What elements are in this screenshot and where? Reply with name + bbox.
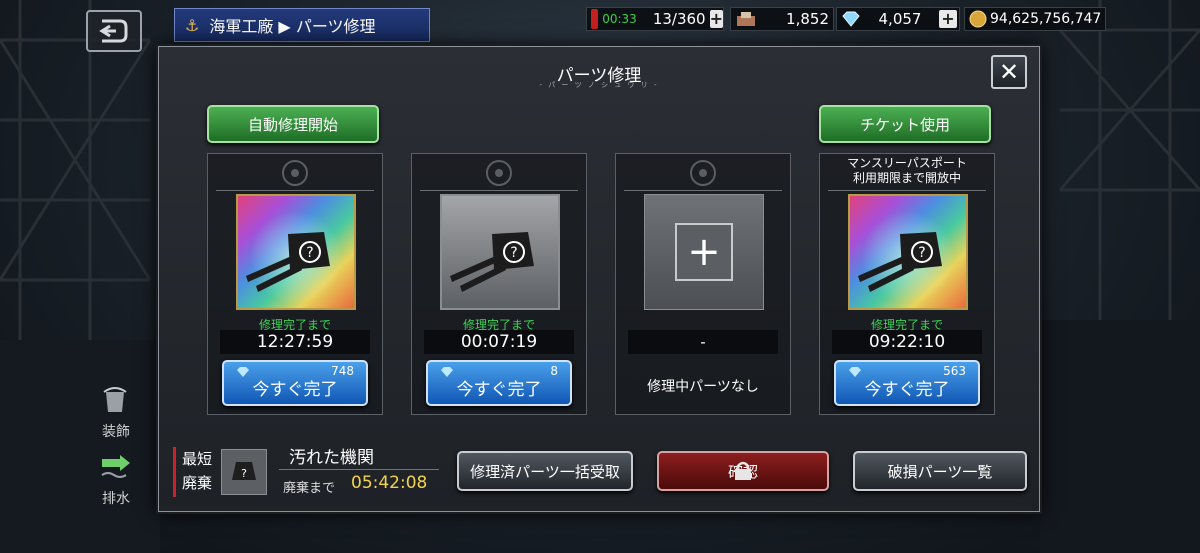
svg-text:?: ?: [918, 245, 925, 261]
repair-slot-4: マンスリーパスポート 利用期限まで開放中 ? 修理完了まで 09:22:10 5…: [819, 153, 995, 415]
close-icon: ✕: [998, 58, 1020, 86]
fuel-count: 13/360: [652, 10, 706, 28]
empty-timer: -: [628, 330, 778, 354]
repair-slot-3: + - 修理中パーツなし: [615, 153, 791, 415]
fuel-icon: [591, 9, 599, 29]
turret-silhouette-icon: ?: [858, 232, 942, 292]
material-counter: 1,852: [730, 7, 834, 31]
coin-icon: [969, 10, 987, 28]
scrap-tag-line1: 最短: [182, 450, 213, 468]
side-item-decoration-label: 装飾: [102, 424, 130, 440]
material-count: 1,852: [786, 10, 829, 28]
auto-repair-button[interactable]: 自動修理開始: [207, 105, 379, 143]
parts-repair-modal: パーツ修理 - パ ー ツ ノ シ ュ ウ リ - ✕ 自動修理開始 チケット使…: [158, 46, 1040, 512]
back-icon: [99, 19, 128, 43]
back-button[interactable]: [86, 10, 142, 52]
complete-now-label: 今すぐ完了: [864, 380, 950, 400]
confirm-button[interactable]: 確認: [657, 451, 829, 491]
chrysanthemum-emblem-icon: [690, 160, 716, 186]
empty-slot-label: 修理中パーツなし: [647, 379, 759, 395]
scrap-part-thumbnail[interactable]: ?: [221, 449, 267, 495]
svg-text:?: ?: [306, 245, 313, 261]
coin-count: 94,625,756,747: [990, 11, 1102, 27]
side-item-drain[interactable]: 排水: [86, 451, 146, 508]
svg-text:?: ?: [241, 467, 247, 480]
shortest-scrap-tag: 最短 廃棄: [173, 447, 217, 497]
fuel-counter: 00:33 13/360 +: [586, 7, 724, 31]
use-ticket-button[interactable]: チケット使用: [819, 105, 991, 143]
side-item-decoration[interactable]: 装飾: [86, 384, 146, 441]
damaged-parts-list-button[interactable]: 破損パーツ一覧: [853, 451, 1027, 491]
repair-slot-2: ? 修理完了まで 00:07:19 8 今すぐ完了: [411, 153, 587, 415]
complete-now-label: 今すぐ完了: [456, 380, 542, 400]
slot-divider: [624, 190, 782, 191]
turret-silhouette-icon: ?: [246, 232, 330, 292]
repair-timer: 09:22:10: [832, 330, 982, 354]
gem-count: 4,057: [878, 10, 922, 28]
modal-subtitle: - パ ー ツ ノ シ ュ ウ リ -: [539, 81, 659, 89]
complete-now-button[interactable]: 748 今すぐ完了: [222, 360, 368, 406]
material-icon: [737, 12, 755, 26]
svg-text:?: ?: [510, 245, 517, 261]
scrap-part-name: 汚れた機関: [289, 448, 374, 468]
side-menu: 装飾 排水: [86, 384, 146, 518]
engine-part-icon: ?: [232, 462, 256, 480]
scrap-tag-line2: 廃棄: [182, 474, 213, 492]
slot-divider: [828, 190, 986, 191]
scrap-divider: [279, 469, 439, 470]
chrysanthemum-emblem-icon: [282, 160, 308, 186]
breadcrumb-text: 海軍工廠 ▶ パーツ修理: [209, 17, 376, 36]
fuel-timer: 00:33: [602, 12, 637, 26]
scrap-timer: 05:42:08: [351, 473, 428, 493]
turret-silhouette-icon: ?: [450, 232, 534, 292]
side-item-drain-label: 排水: [102, 491, 130, 507]
unknown-turret-part-image: ?: [440, 194, 560, 310]
repair-timer: 12:27:59: [220, 330, 370, 354]
breadcrumb: ⚓ 海軍工廠 ▶ パーツ修理: [174, 8, 430, 42]
unknown-turret-part-image: ?: [236, 194, 356, 310]
bottom-bar: 最短 廃棄 ? 汚れた機関 廃棄まで 05:42:08 修理済パーツ一括受取 確…: [167, 437, 1035, 503]
complete-now-button[interactable]: 8 今すぐ完了: [426, 360, 572, 406]
add-part-slot[interactable]: +: [644, 194, 764, 310]
plus-icon: +: [675, 223, 733, 281]
bulk-receive-button[interactable]: 修理済パーツ一括受取: [457, 451, 633, 491]
repair-slot-1: ? 修理完了まで 12:27:59 748 今すぐ完了: [207, 153, 383, 415]
coin-counter: 94,625,756,747: [964, 7, 1106, 31]
scrap-until-label: 廃棄まで: [283, 481, 336, 496]
gem-counter: 4,057 +: [836, 7, 960, 31]
anchor-icon: ⚓: [185, 15, 200, 35]
add-gem-button[interactable]: +: [938, 10, 957, 28]
slot-divider: [420, 190, 578, 191]
lock-icon: [735, 461, 751, 480]
drain-icon: [101, 455, 130, 478]
slot-divider: [216, 190, 374, 191]
paint-bucket-icon: [103, 387, 127, 412]
close-button[interactable]: ✕: [991, 55, 1027, 89]
unknown-turret-part-image: ?: [848, 194, 968, 310]
monthly-pass-note: マンスリーパスポート 利用期限まで開放中: [847, 156, 967, 185]
complete-now-label: 今すぐ完了: [252, 380, 338, 400]
complete-now-button[interactable]: 563 今すぐ完了: [834, 360, 980, 406]
chrysanthemum-emblem-icon: [486, 160, 512, 186]
repair-timer: 00:07:19: [424, 330, 574, 354]
add-fuel-button[interactable]: +: [709, 10, 723, 28]
diamond-icon: [842, 11, 860, 27]
